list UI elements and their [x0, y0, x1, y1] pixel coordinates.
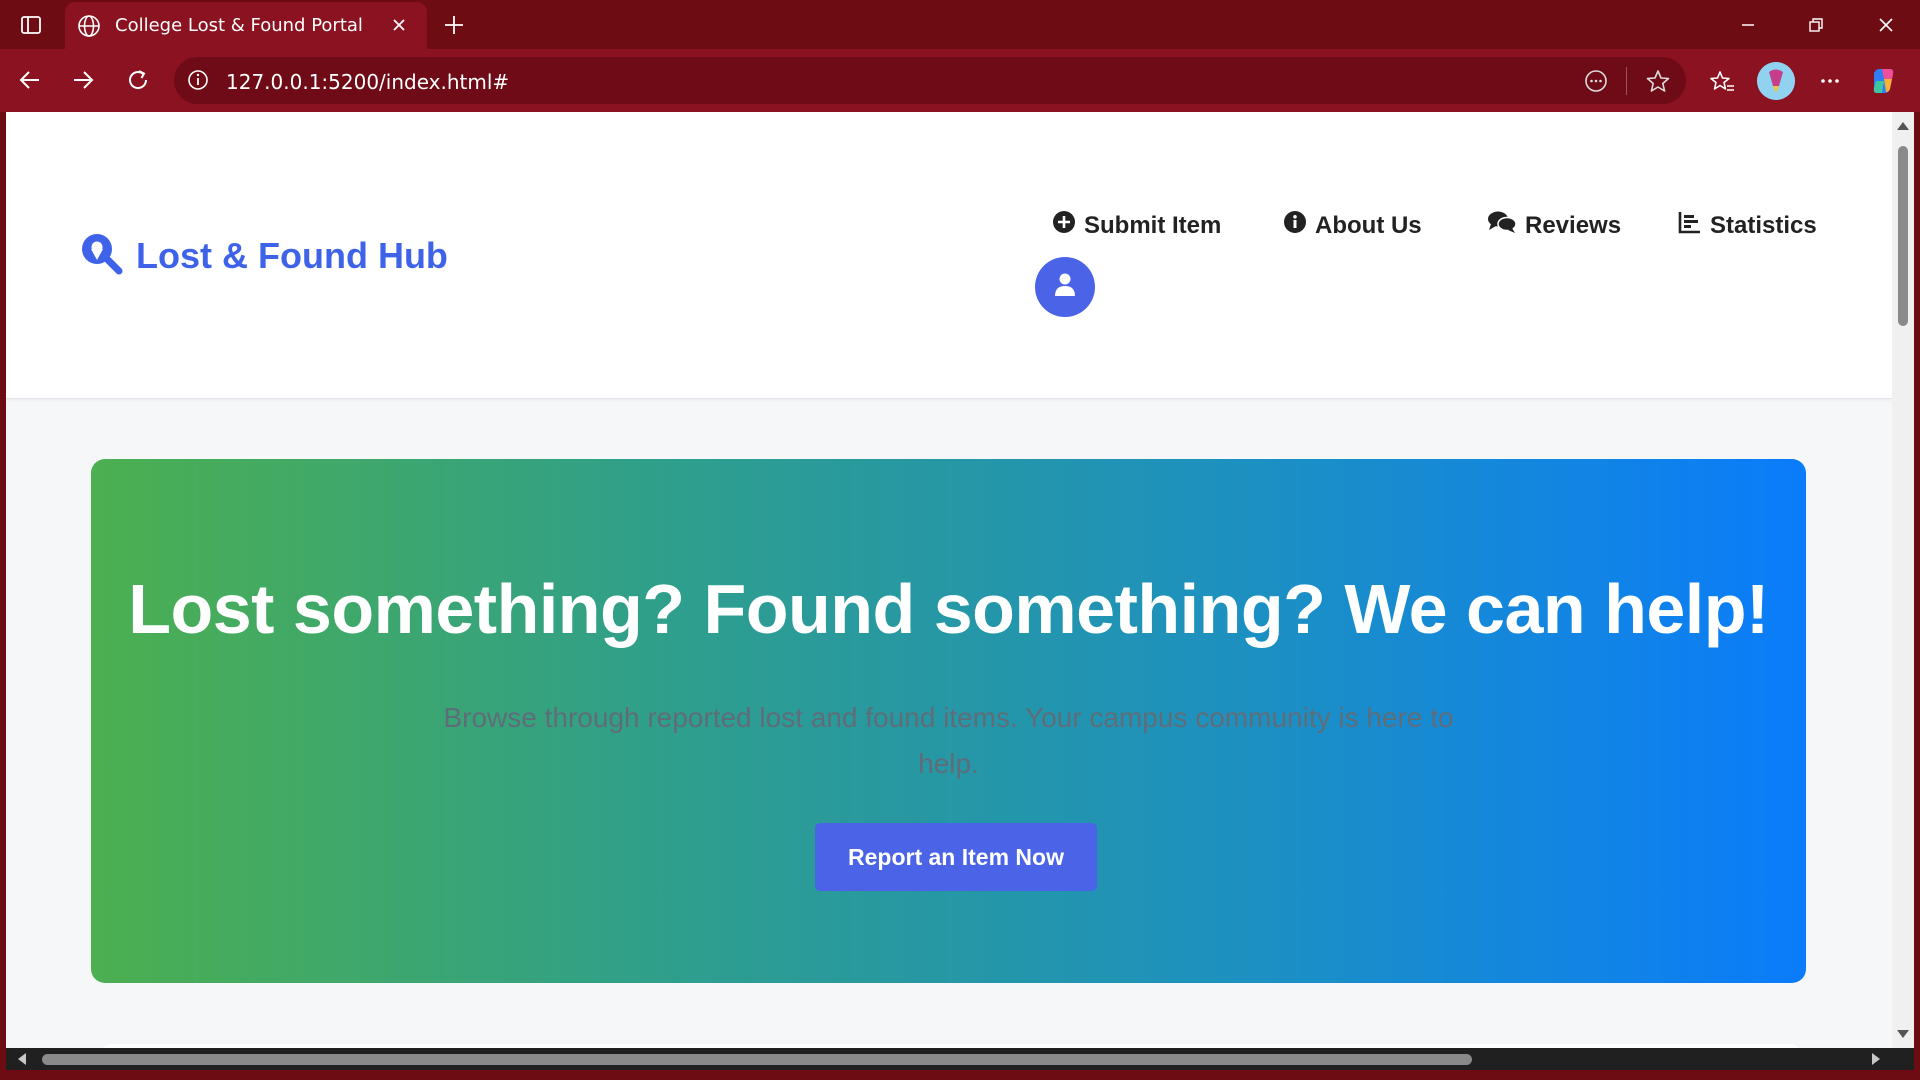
info-circle-icon [1283, 210, 1315, 241]
nav-about-us[interactable]: About Us [1283, 210, 1422, 241]
reading-mode-icon[interactable] [1581, 66, 1611, 96]
globe-icon [77, 14, 101, 43]
site-header: Lost & Found Hub Submit Item About Us Re… [6, 112, 1892, 399]
reload-icon[interactable] [121, 63, 155, 97]
page-viewport: Lost & Found Hub Submit Item About Us Re… [6, 112, 1892, 1048]
restore-icon[interactable] [1786, 0, 1846, 49]
nav-submit-item[interactable]: Submit Item [1052, 210, 1221, 241]
nav-reviews-label: Reviews [1525, 211, 1622, 239]
site-logo[interactable]: Lost & Found Hub [78, 230, 448, 281]
scroll-up-icon[interactable] [1897, 122, 1909, 130]
minimize-icon[interactable] [1718, 0, 1778, 49]
tab-close-icon[interactable] [387, 13, 411, 37]
copilot-icon[interactable] [1866, 63, 1902, 99]
new-tab-icon[interactable] [437, 8, 471, 42]
browser-tab[interactable]: College Lost & Found Portal [65, 2, 427, 49]
vertical-scrollbar[interactable] [1892, 112, 1914, 1048]
tab-title: College Lost & Found Portal [115, 15, 363, 36]
hero-banner: Lost something? Found something? We can … [91, 459, 1806, 983]
address-bar[interactable]: 127.0.0.1:5200/index.html# [174, 57, 1686, 104]
profile-button[interactable] [1035, 257, 1095, 317]
more-options-icon[interactable] [1812, 63, 1848, 99]
nav-statistics[interactable]: Statistics [1678, 210, 1817, 241]
nav-statistics-label: Statistics [1710, 211, 1817, 239]
logo-text: Lost & Found Hub [136, 234, 448, 276]
nav-reviews[interactable]: Reviews [1487, 210, 1621, 241]
browser-tab-bar: College Lost & Found Portal [0, 0, 1920, 49]
horizontal-scrollbar[interactable] [6, 1048, 1892, 1070]
vertical-scroll-thumb[interactable] [1898, 146, 1908, 326]
url-text[interactable]: 127.0.0.1:5200/index.html# [226, 70, 509, 94]
site-info-icon[interactable] [186, 68, 210, 97]
plus-circle-icon [1052, 210, 1084, 241]
omnibox-divider [1626, 67, 1627, 95]
sidebar-toggle-icon[interactable] [14, 8, 48, 42]
comments-icon [1487, 210, 1525, 241]
user-icon [1053, 272, 1077, 303]
scroll-down-icon[interactable] [1897, 1030, 1909, 1038]
back-icon[interactable] [13, 63, 47, 97]
nav-submit-item-label: Submit Item [1084, 211, 1222, 239]
horizontal-scroll-thumb[interactable] [42, 1054, 1472, 1065]
favorites-icon[interactable] [1704, 63, 1740, 99]
report-item-button[interactable]: Report an Item Now [815, 823, 1097, 891]
hero-subtitle: Browse through reported lost and found i… [443, 702, 1454, 779]
chart-icon [1678, 210, 1710, 241]
nav-about-us-label: About Us [1315, 211, 1422, 239]
hero-title: Lost something? Found something? We can … [128, 570, 1769, 648]
forward-icon[interactable] [66, 63, 100, 97]
close-window-icon[interactable] [1856, 0, 1916, 49]
scroll-left-icon[interactable] [18, 1053, 26, 1065]
browser-toolbar: 127.0.0.1:5200/index.html# [0, 49, 1920, 112]
scrollbar-corner [1892, 1048, 1914, 1070]
browser-profile-avatar[interactable] [1757, 62, 1795, 100]
search-location-icon [78, 230, 124, 281]
scroll-right-icon[interactable] [1872, 1053, 1880, 1065]
favorite-star-icon[interactable] [1643, 66, 1673, 96]
